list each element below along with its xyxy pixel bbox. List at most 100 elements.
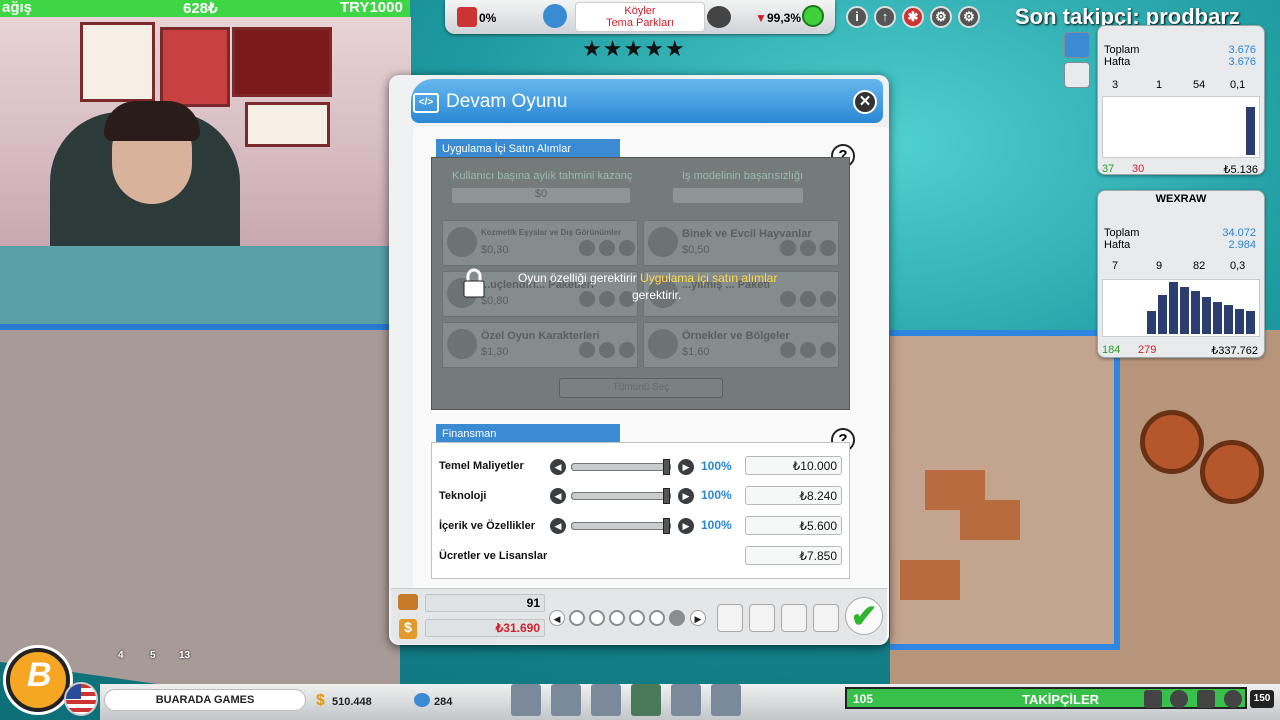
slider-knob[interactable] (663, 488, 670, 504)
finance-row-label: İçerik ve Özellikler (439, 520, 536, 532)
task-count[interactable]: 4 (118, 650, 124, 661)
speed-icon[interactable] (1224, 690, 1242, 708)
trash-icon[interactable] (1197, 690, 1215, 708)
monitor-icon[interactable] (1064, 62, 1090, 88)
finance-row-pct: 100% (701, 488, 732, 502)
cube-icon[interactable] (511, 684, 541, 716)
magnifier-icon[interactable] (813, 604, 839, 632)
board-icon[interactable] (631, 684, 661, 716)
week-label: Hafta (1104, 56, 1131, 68)
mail-icon[interactable] (781, 604, 807, 632)
finance-slider[interactable] (571, 518, 671, 534)
gear-icon[interactable] (543, 4, 567, 28)
rating-dot (619, 240, 635, 256)
page-dot[interactable] (629, 610, 645, 626)
iap-item-name: Binek ve Evcil Hayvanlar (682, 228, 812, 240)
increase-button[interactable]: ▶ (678, 459, 694, 475)
stat-d: 0,3 (1230, 260, 1246, 272)
slider-knob[interactable] (663, 518, 670, 534)
bug-icon[interactable]: ✱ (902, 6, 924, 28)
decrease-button[interactable]: ◀ (550, 518, 566, 534)
wall-poster (245, 102, 330, 147)
prev-page-button[interactable]: ◀ (549, 610, 565, 626)
game-panel-2[interactable]: WEXRAW Toplam Hafta 34.072 2.984 7 9 82 … (1097, 190, 1265, 358)
game-topic: Köyler (624, 5, 656, 17)
chart-bar (1191, 291, 1200, 334)
finance-slider[interactable] (571, 459, 671, 475)
page-dot[interactable] (649, 610, 665, 626)
fees-label: Ücretler ve Lisanslar (439, 550, 548, 562)
speed-value[interactable]: 150 (1250, 690, 1274, 708)
smiley-icon (802, 5, 824, 27)
stat-b: 9 (1156, 260, 1163, 272)
finance-row-value: ₺8.240 (745, 486, 842, 505)
confirm-button[interactable]: ✔ (845, 597, 883, 635)
iap-item-price: $1,30 (481, 346, 509, 358)
page-dot[interactable] (589, 610, 605, 626)
barrel (1140, 410, 1204, 474)
lock-icon (463, 268, 485, 298)
decrease-button[interactable]: ◀ (550, 488, 566, 504)
stats-icon[interactable] (711, 684, 741, 716)
keyboard-icon[interactable] (1144, 690, 1162, 708)
chart-bar (1235, 309, 1244, 334)
week-label: Hafta (1104, 239, 1131, 251)
rating-stars: ★★★★★ (582, 36, 686, 61)
finance-row-pct: 100% (701, 459, 732, 473)
donation-bar: ağış 628₺ TRY1000 (0, 0, 410, 17)
settings-icon[interactable]: ⚙ (958, 6, 980, 28)
finance-row-pct: 100% (701, 518, 732, 532)
next-page-button[interactable]: ▶ (690, 610, 706, 626)
steering-wheel-icon[interactable] (707, 6, 731, 28)
rating-down-arrow: ▼ (755, 11, 767, 25)
iap-item[interactable]: Kozmetik Eşyalar ve Dış Görünümler $0,30 (442, 220, 638, 266)
company-logo[interactable]: B (6, 648, 70, 712)
iap-item-name: Örnekler ve Bölgeler (682, 330, 790, 342)
page-dot[interactable] (569, 610, 585, 626)
game-topic-box[interactable]: Köyler Tema Parkları (575, 2, 705, 32)
page-dot-active[interactable] (669, 610, 685, 626)
increase-button[interactable]: ▶ (678, 488, 694, 504)
star-icon[interactable] (1170, 690, 1188, 708)
iap-item-price: $0,80 (481, 295, 509, 307)
notebook-icon[interactable] (717, 604, 743, 632)
rating-dot (820, 291, 836, 307)
iap-item[interactable]: Özel Oyun Karakterleri $1,30 (442, 322, 638, 368)
stat-a: 3 (1112, 79, 1119, 91)
project-count[interactable]: 5 (150, 650, 156, 661)
upload-icon[interactable]: ↑ (874, 6, 896, 28)
game-panel-1[interactable]: Toplam Hafta 3.676 3.676 3 1 54 0,1 37 3… (1097, 25, 1265, 176)
close-button[interactable]: ✕ (853, 90, 877, 114)
desk (960, 500, 1020, 540)
iap-item[interactable]: Örnekler ve Bölgeler $1,60 (643, 322, 839, 368)
company-name-field[interactable]: BUARADA GAMES (104, 689, 306, 711)
total-cost-value: ₺31.690 (425, 619, 545, 637)
research-icon[interactable]: ⚙ (930, 6, 952, 28)
decrease-button[interactable]: ◀ (550, 459, 566, 475)
staff-icon[interactable] (591, 684, 621, 716)
increase-button[interactable]: ▶ (678, 518, 694, 534)
info-icon[interactable]: i (846, 6, 868, 28)
quality-value: 0% (479, 11, 497, 25)
page-dot[interactable] (609, 610, 625, 626)
iap-item[interactable]: Binek ve Evcil Hayvanlar $0,50 (643, 220, 839, 266)
money-value: 510.448 (332, 696, 372, 708)
cart-icon[interactable] (551, 684, 581, 716)
checklist-icon[interactable] (1064, 32, 1090, 58)
iap-item-name: Özel Oyun Karakterleri (481, 330, 600, 342)
select-all-button[interactable]: Tümünü Seç (559, 378, 723, 398)
sales-chart (1102, 96, 1260, 158)
finance-row-value: ₺10.000 (745, 456, 842, 475)
fans-count: 105 (853, 692, 874, 706)
slider-knob[interactable] (663, 459, 670, 475)
game-screen: ağış 628₺ TRY1000 0% Köyler Tema Parklar… (0, 0, 1280, 720)
employees-value: 284 (434, 696, 453, 708)
locked-message-link[interactable]: Uygulama içi satın alımlar (640, 271, 777, 285)
documents-icon[interactable] (749, 604, 775, 632)
chart-bar (1147, 311, 1156, 334)
finance-slider[interactable] (571, 488, 671, 504)
fans-label: TAKİPÇİLER (1022, 692, 1100, 707)
shipping-icon[interactable] (671, 684, 701, 716)
up-count: 37 (1102, 163, 1115, 175)
staff-count[interactable]: 13 (179, 650, 190, 661)
